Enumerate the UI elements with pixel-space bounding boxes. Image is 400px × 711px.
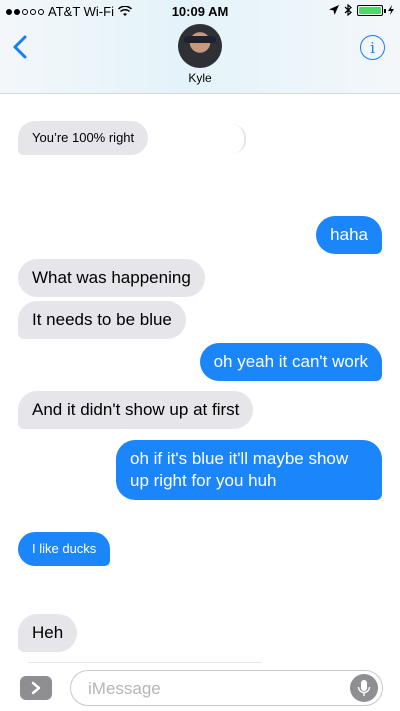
apps-button[interactable] bbox=[20, 676, 52, 700]
info-button[interactable]: i bbox=[360, 35, 385, 60]
battery-tip bbox=[384, 8, 386, 13]
battery-fill bbox=[359, 6, 381, 14]
message-bubble-incoming[interactable]: It needs to be blue bbox=[18, 301, 186, 339]
chevron-right-icon bbox=[31, 681, 41, 695]
chevron-left-icon bbox=[13, 35, 27, 59]
contact-name[interactable]: Kyle bbox=[0, 71, 400, 85]
message-bubble-incoming[interactable]: And it didn't show up at first bbox=[18, 391, 254, 429]
message-bubble-incoming[interactable]: You’re 100% right bbox=[18, 121, 149, 155]
status-bar: AT&T Wi-Fi 10:09 AM bbox=[0, 0, 400, 22]
message-bubble-outgoing[interactable]: haha bbox=[316, 216, 382, 254]
status-right bbox=[329, 4, 394, 16]
message-bubble-outgoing[interactable]: oh yeah it can't work bbox=[199, 343, 382, 381]
message-bubble-outgoing[interactable]: I like ducks bbox=[18, 532, 111, 566]
message-bubble-outgoing[interactable]: oh if it's blue it'll maybe show up righ… bbox=[116, 440, 382, 500]
avatar-headband bbox=[184, 36, 216, 43]
message-bubble-incoming[interactable]: What was happening bbox=[18, 259, 205, 297]
battery-icon bbox=[357, 4, 386, 16]
contact-avatar[interactable] bbox=[178, 24, 222, 68]
imessage-input[interactable]: iMessage bbox=[70, 670, 383, 706]
bluetooth-icon bbox=[344, 4, 352, 16]
location-arrow-icon bbox=[329, 5, 339, 15]
back-button[interactable] bbox=[10, 34, 32, 60]
microphone-icon bbox=[357, 680, 371, 696]
microphone-button[interactable] bbox=[350, 674, 378, 702]
charging-bolt-icon bbox=[388, 5, 394, 15]
info-icon: i bbox=[370, 38, 375, 57]
message-bubble-incoming[interactable]: Heh bbox=[18, 614, 78, 652]
imessage-placeholder: iMessage bbox=[88, 679, 161, 698]
partial-bubble-edge bbox=[232, 124, 246, 154]
